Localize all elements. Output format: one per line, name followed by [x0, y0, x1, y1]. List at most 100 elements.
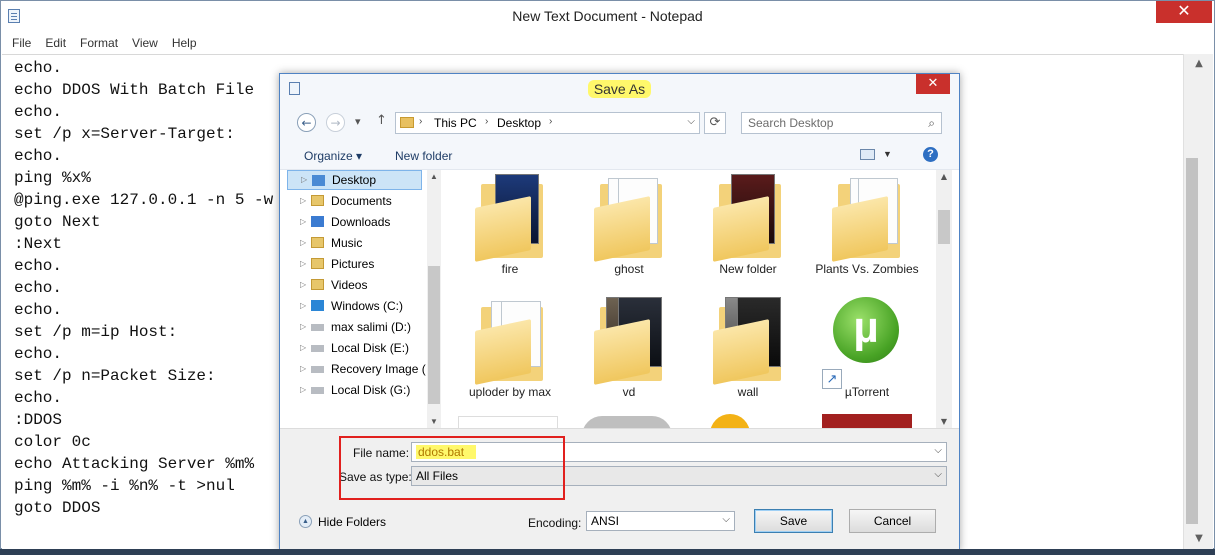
change-view-icon[interactable]	[860, 149, 875, 160]
cancel-button[interactable]: Cancel	[849, 509, 936, 533]
drive-icon	[311, 345, 324, 352]
folder-item-vd[interactable]: vd	[573, 297, 685, 400]
navigation-pane: ▷ Desktop ▷ Documents ▷ Downloads ▷ Musi…	[287, 170, 442, 428]
scroll-up-icon[interactable]: ▲	[1184, 54, 1214, 74]
partial-item	[822, 414, 912, 428]
tree-item-windows-c[interactable]: ▷ Windows (C:)	[287, 296, 422, 316]
menu-view[interactable]: View	[125, 36, 165, 50]
tree-item-documents[interactable]: ▷ Documents	[287, 191, 422, 211]
scroll-up-icon[interactable]: ▲	[936, 172, 952, 181]
expand-arrow-icon[interactable]: ▷	[300, 359, 306, 379]
tree-item-drive-d[interactable]: ▷ max salimi (D:)	[287, 317, 422, 337]
folder-icon	[594, 297, 664, 385]
scroll-up-icon[interactable]: ▲	[427, 172, 441, 181]
back-button[interactable]: ←	[297, 113, 316, 132]
new-folder-button[interactable]: New folder	[395, 149, 452, 163]
videos-icon	[311, 279, 324, 290]
folder-item-plants-vs-zombies[interactable]: Plants Vs. Zombies	[811, 174, 923, 277]
save-button[interactable]: Save	[754, 509, 833, 533]
expand-arrow-icon[interactable]: ▷	[300, 275, 306, 295]
menu-format[interactable]: Format	[73, 36, 125, 50]
downloads-icon	[311, 216, 324, 227]
folder-icon	[475, 297, 545, 385]
folder-item-new-folder[interactable]: New folder	[692, 174, 804, 277]
chevron-down-icon[interactable]: ⌵	[934, 469, 942, 480]
documents-icon	[311, 195, 324, 206]
folder-icon	[594, 174, 664, 262]
drive-icon	[311, 366, 324, 373]
partial-item	[458, 416, 558, 428]
tree-item-desktop[interactable]: ▷ Desktop	[287, 170, 422, 190]
encoding-select[interactable]: ANSI ⌵	[586, 511, 735, 531]
tree-item-drive-e[interactable]: ▷ Local Disk (E:)	[287, 338, 422, 358]
folder-item-uploder-by-max[interactable]: uploder by max	[454, 297, 566, 400]
notepad-title-bar: New Text Document - Notepad ✕	[1, 1, 1214, 32]
chevron-down-icon[interactable]: ⌵	[722, 514, 730, 525]
folder-item-ghost[interactable]: ghost	[573, 174, 685, 277]
taskbar	[0, 549, 1215, 555]
scroll-down-icon[interactable]: ▼	[936, 417, 952, 426]
folder-item-fire[interactable]: fire	[454, 174, 566, 277]
tree-item-drive-g[interactable]: ▷ Local Disk (G:)	[287, 380, 422, 400]
dialog-bottom-panel: File name: ddos.bat ⌵ Save as type: All …	[280, 428, 959, 552]
recent-locations-icon[interactable]: ▾	[355, 115, 361, 128]
tree-scrollbar[interactable]: ▲ ▼	[427, 170, 441, 428]
forward-button[interactable]: →	[326, 113, 345, 132]
tree-item-recovery[interactable]: ▷ Recovery Image (	[287, 359, 426, 379]
annotation-highlight-box	[339, 436, 565, 500]
editor-scrollbar[interactable]: ▲ ▼	[1183, 54, 1213, 549]
expand-arrow-icon[interactable]: ▷	[300, 191, 306, 211]
editor-content[interactable]: echo. echo DDOS With Batch File echo. se…	[14, 57, 273, 519]
breadcrumb-chevron-icon[interactable]: ›	[485, 116, 488, 127]
scrollbar-thumb[interactable]	[938, 210, 950, 244]
expand-arrow-icon[interactable]: ▷	[300, 254, 306, 274]
folder-item-wall[interactable]: wall	[692, 297, 804, 400]
expand-arrow-icon[interactable]: ▷	[300, 380, 306, 400]
search-input[interactable]: Search Desktop ⌕	[741, 112, 942, 134]
search-icon[interactable]: ⌕	[928, 116, 935, 131]
tree-item-videos[interactable]: ▷ Videos	[287, 275, 422, 295]
menu-help[interactable]: Help	[165, 36, 204, 50]
scrollbar-thumb[interactable]	[1186, 158, 1198, 524]
tree-item-music[interactable]: ▷ Music	[287, 233, 422, 253]
menu-bar: File Edit Format View Help	[1, 32, 1214, 54]
search-placeholder: Search Desktop	[748, 116, 834, 130]
scrollbar-thumb[interactable]	[428, 266, 440, 404]
up-button[interactable]: ↑	[376, 113, 387, 128]
desktop-folder-icon	[312, 175, 325, 186]
breadcrumb-this-pc[interactable]: This PC	[434, 116, 477, 130]
expand-arrow-icon[interactable]: ▷	[300, 296, 306, 316]
scroll-down-icon[interactable]: ▼	[427, 417, 441, 426]
close-icon[interactable]: ✕	[1156, 1, 1212, 23]
folder-icon	[713, 174, 783, 262]
expand-arrow-icon[interactable]: ▷	[300, 317, 306, 337]
tree-item-pictures[interactable]: ▷ Pictures	[287, 254, 422, 274]
address-bar[interactable]: › This PC › Desktop › ⌵	[395, 112, 700, 134]
file-list-scrollbar[interactable]: ▲ ▼	[936, 170, 952, 428]
expand-arrow-icon[interactable]: ▷	[300, 338, 306, 358]
organize-button[interactable]: Organize ▾	[304, 149, 362, 163]
encoding-value: ANSI	[591, 514, 620, 528]
expand-arrow-icon[interactable]: ▷	[301, 171, 307, 189]
chevron-down-icon[interactable]: ⌵	[934, 445, 942, 456]
close-icon[interactable]: ✕	[916, 74, 950, 94]
scroll-down-icon[interactable]: ▼	[1184, 529, 1214, 549]
music-icon	[311, 237, 324, 248]
help-icon[interactable]: ?	[923, 147, 938, 162]
tree-item-downloads[interactable]: ▷ Downloads	[287, 212, 422, 232]
expand-arrow-icon[interactable]: ▷	[300, 212, 306, 232]
file-item-utorrent[interactable]: µ ↗ µTorrent	[811, 297, 923, 400]
refresh-button[interactable]: ⟳	[704, 112, 726, 134]
folder-icon	[713, 297, 783, 385]
menu-edit[interactable]: Edit	[38, 36, 73, 50]
folder-icon	[400, 117, 414, 128]
breadcrumb-desktop[interactable]: Desktop	[497, 116, 541, 130]
file-list: fire ghost New folder Plants Vs. Zombies…	[442, 170, 936, 428]
chevron-down-icon[interactable]: ⌵	[687, 116, 695, 127]
menu-file[interactable]: File	[5, 36, 38, 50]
breadcrumb-chevron-icon[interactable]: ›	[549, 116, 552, 127]
breadcrumb-chevron-icon[interactable]: ›	[419, 116, 422, 127]
expand-arrow-icon[interactable]: ▷	[300, 233, 306, 253]
navigation-bar: ← → ▾ ↑ › This PC › Desktop › ⌵ ⟳ Search…	[280, 104, 959, 144]
chevron-down-icon[interactable]: ▼	[883, 149, 892, 159]
